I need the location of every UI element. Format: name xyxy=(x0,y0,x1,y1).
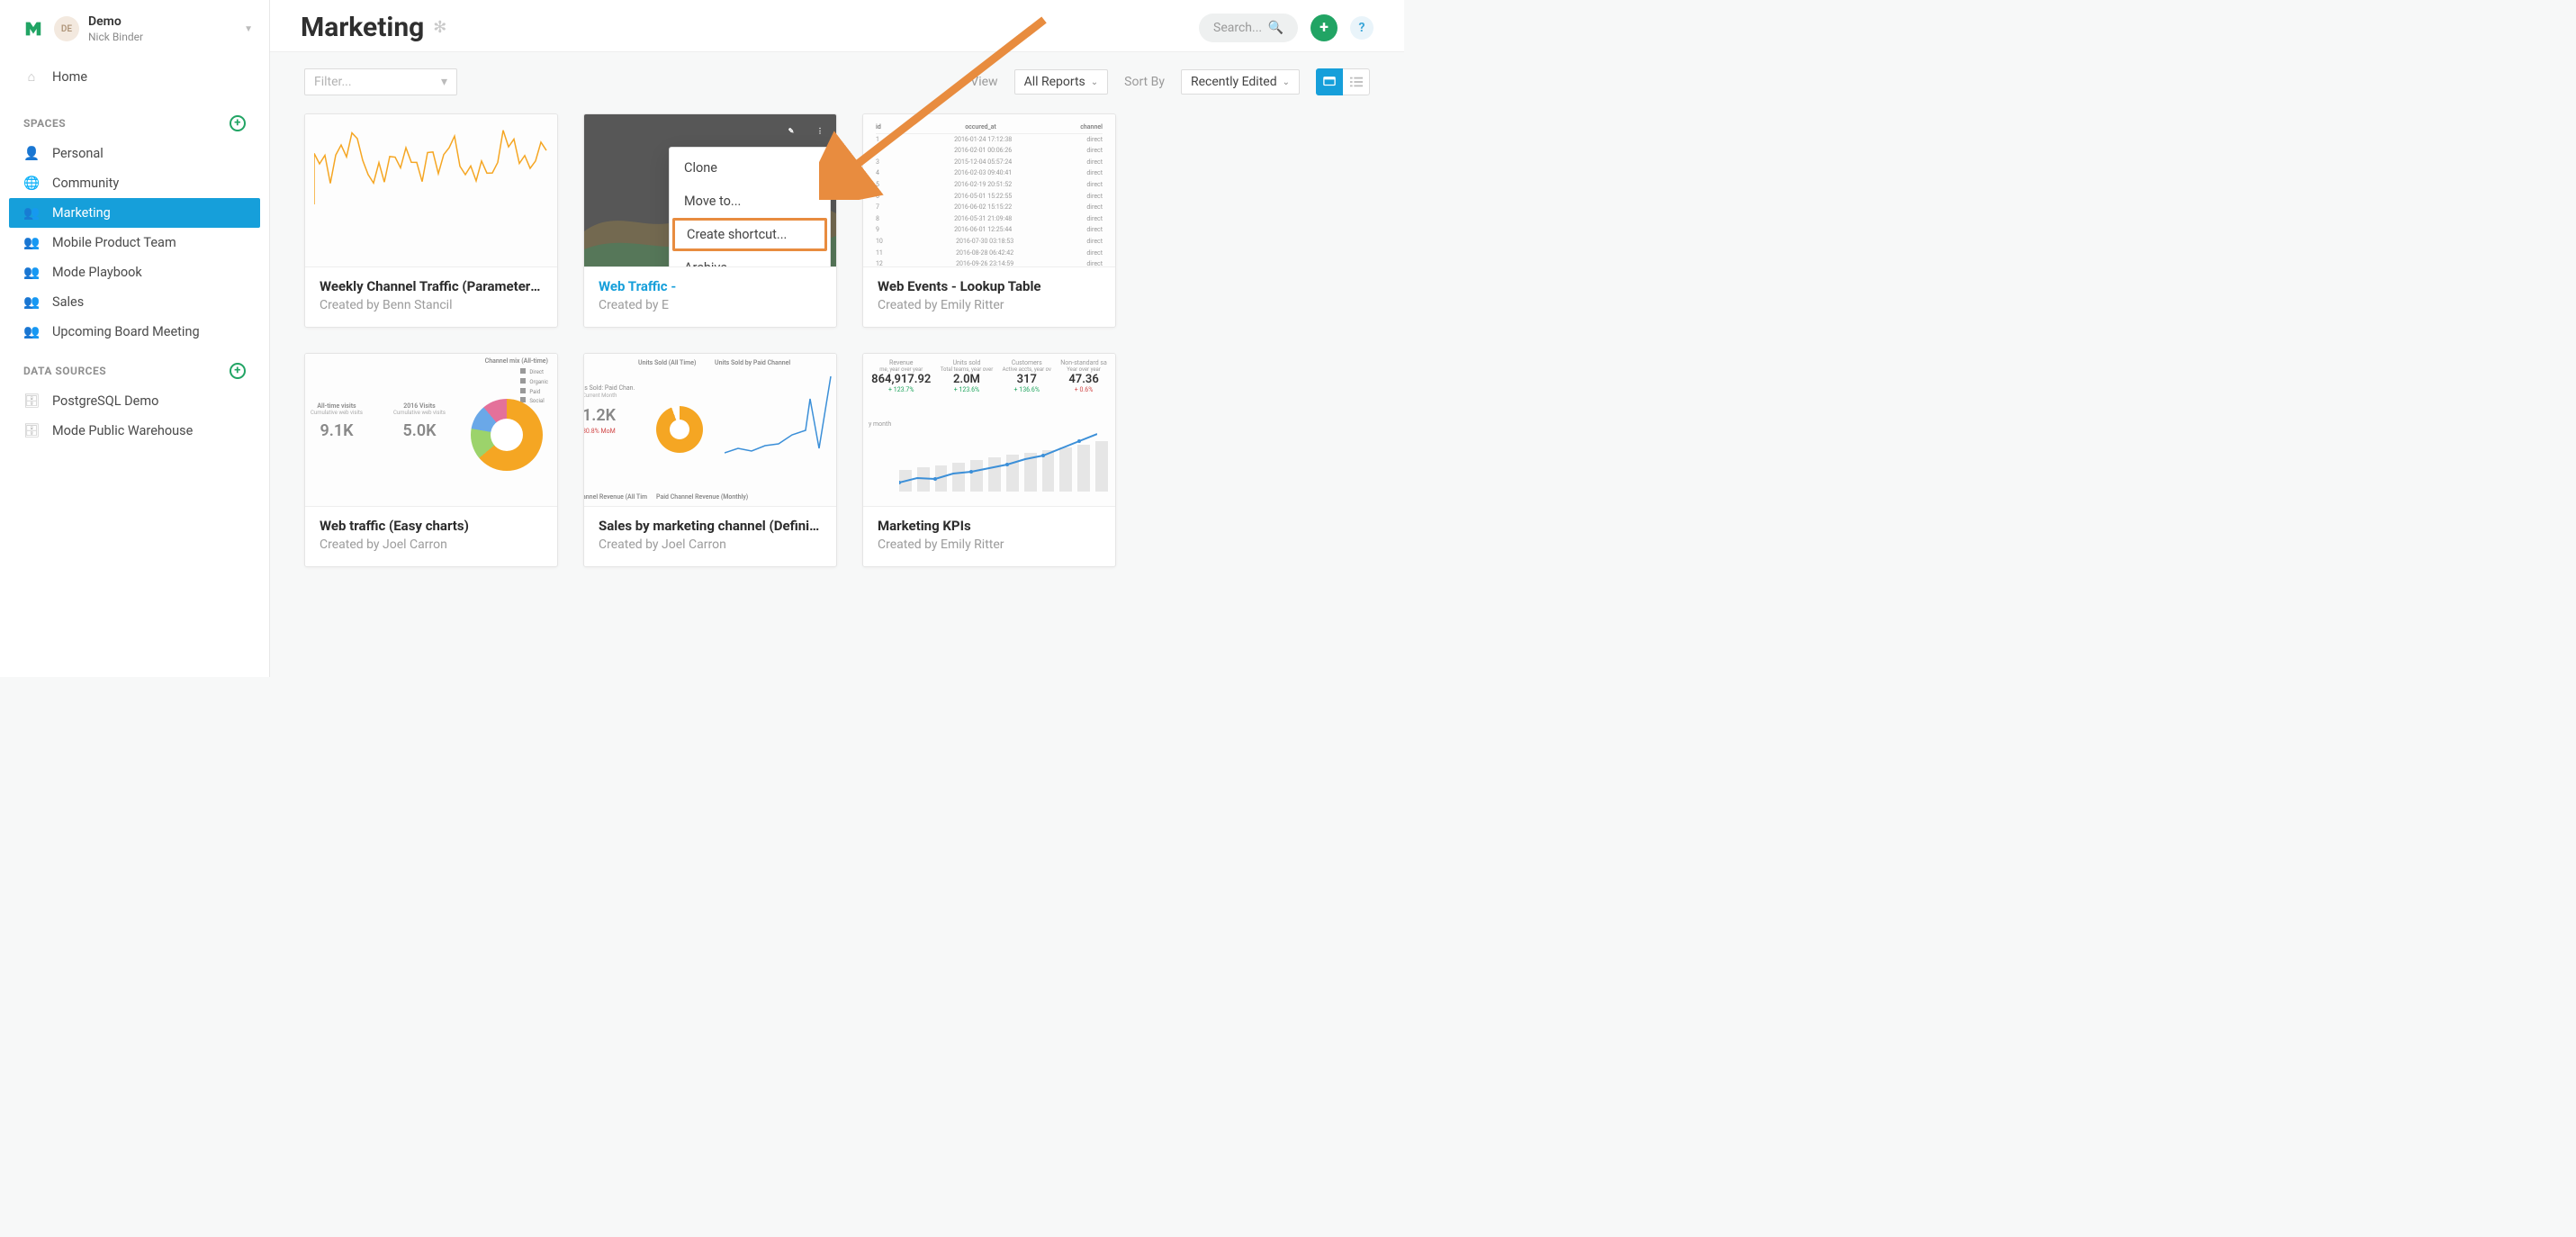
card-title: Marketing KPIs xyxy=(878,518,1101,534)
report-card[interactable]: Units Sold (All Time)Units Sold by Paid … xyxy=(583,353,837,567)
card-title: Weekly Channel Traffic (Parameteriz... xyxy=(320,278,543,294)
database-icon: 🗄 xyxy=(23,393,40,409)
sidebar-item-label: Sales xyxy=(52,294,84,310)
people-icon: 👥 xyxy=(23,265,40,280)
card-subtitle: Created by Benn Stancil xyxy=(320,298,543,312)
sidebar-item-label: Mode Playbook xyxy=(52,265,142,280)
card-thumbnail: Units Sold (All Time)Units Sold by Paid … xyxy=(584,354,836,507)
card-thumbnail: Revenueme, year over year864,917.92+ 123… xyxy=(863,354,1115,507)
card-subtitle: Created by Emily Ritter xyxy=(878,298,1101,312)
sidebar-item-label: Personal xyxy=(52,146,104,161)
card-title: Web Traffic - xyxy=(599,278,822,294)
org-switcher[interactable]: DE Demo Nick Binder ▼ xyxy=(0,7,269,55)
home-icon: ⌂ xyxy=(23,69,40,85)
report-card[interactable]: Revenueme, year over year864,917.92+ 123… xyxy=(862,353,1116,567)
page-header: Marketing ✻ Search... 🔍 + ? xyxy=(270,0,1404,52)
org-name: Demo xyxy=(88,14,143,31)
sidebar-item-personal[interactable]: 👤 Personal xyxy=(0,139,269,168)
database-icon: 🗄 xyxy=(23,423,40,438)
card-thumbnail xyxy=(305,114,557,267)
card-body: Web Events - Lookup Table Created by Emil… xyxy=(863,267,1115,327)
toolbar: Filter... ▾ View All Reports ⌄ Sort By R… xyxy=(270,52,1404,101)
datasource-item-mode-public-warehouse[interactable]: 🗄 Mode Public Warehouse xyxy=(0,416,269,446)
card-title: Web traffic (Easy charts) xyxy=(320,518,543,534)
card-subtitle: Created by Joel Carron xyxy=(599,537,822,552)
sidebar-item-community[interactable]: 🌐 Community xyxy=(0,168,269,198)
menu-item-clone[interactable]: Clone xyxy=(670,151,830,185)
report-card[interactable]: Channel mix (All-time)DirectOrganicPaidS… xyxy=(304,353,558,567)
sort-label: Sort By xyxy=(1124,75,1165,89)
card-thumbnail: Channel mix (All-time)DirectOrganicPaidS… xyxy=(305,354,557,507)
app-logo xyxy=(22,17,45,41)
datasource-item-postgresql-demo[interactable]: 🗄 PostgreSQL Demo xyxy=(0,386,269,416)
globe-icon: 🌐 xyxy=(23,176,40,191)
filter-icon: ▾ xyxy=(441,75,447,89)
add-space-button[interactable]: + xyxy=(230,115,246,131)
datasource-label: Mode Public Warehouse xyxy=(52,423,193,438)
people-icon: 👥 xyxy=(23,294,40,310)
sidebar-item-marketing[interactable]: 👥 Marketing xyxy=(9,198,260,228)
sidebar-item-label: Upcoming Board Meeting xyxy=(52,324,200,339)
card-body: Web Traffic - Created by E xyxy=(584,267,836,327)
filter-input[interactable]: Filter... ▾ xyxy=(304,68,457,95)
chevron-down-icon: ⌄ xyxy=(1091,77,1098,87)
list-view-button[interactable] xyxy=(1343,68,1370,95)
menu-item-archive[interactable]: Archive xyxy=(670,251,830,267)
help-button[interactable]: ? xyxy=(1350,16,1374,40)
report-card[interactable]: ✎⋮CloneMove to...Create shortcut...Archi… xyxy=(583,113,837,328)
caret-down-icon: ▼ xyxy=(244,24,253,34)
grid-view-button[interactable] xyxy=(1316,68,1343,95)
add-datasource-button[interactable]: + xyxy=(230,363,246,379)
card-title: Web Events - Lookup Table xyxy=(878,278,1101,294)
sidebar-item-mobile-product-team[interactable]: 👥 Mobile Product Team xyxy=(0,228,269,257)
card-thumbnail: idoccured_atchannel12016-01-24 17:12:38d… xyxy=(863,114,1115,267)
card-context-menu: CloneMove to...Create shortcut...Archive… xyxy=(669,147,831,267)
menu-item-move-to-[interactable]: Move to... xyxy=(670,185,830,218)
search-input[interactable]: Search... 🔍 xyxy=(1199,14,1298,42)
people-icon: 👥 xyxy=(23,205,40,221)
person-icon: 👤 xyxy=(23,146,40,161)
card-subtitle: Created by Emily Ritter xyxy=(878,537,1101,552)
search-placeholder: Search... xyxy=(1213,21,1262,35)
card-body: Web traffic (Easy charts) Created by Joel… xyxy=(305,507,557,566)
sidebar-item-upcoming-board-meeting[interactable]: 👥 Upcoming Board Meeting xyxy=(0,317,269,347)
view-select[interactable]: All Reports ⌄ xyxy=(1014,69,1109,95)
sidebar: DE Demo Nick Binder ▼ ⌂ Home SPACES + 👤 P… xyxy=(0,0,270,677)
card-thumbnail: ✎⋮CloneMove to...Create shortcut...Archi… xyxy=(584,114,836,267)
nav-home-label: Home xyxy=(52,69,87,85)
sidebar-item-sales[interactable]: 👥 Sales xyxy=(0,287,269,317)
datasources-header: DATA SOURCES + xyxy=(0,347,269,386)
card-subtitle: Created by E xyxy=(599,298,822,312)
chevron-down-icon: ⌄ xyxy=(1283,77,1290,87)
people-icon: 👥 xyxy=(23,235,40,250)
view-toggle xyxy=(1316,68,1370,95)
people-icon: 👥 xyxy=(23,324,40,339)
report-grid: Weekly Channel Traffic (Parameteriz... Cr… xyxy=(270,101,1404,580)
card-body: Weekly Channel Traffic (Parameteriz... Cr… xyxy=(305,267,557,327)
spaces-header: SPACES + xyxy=(0,99,269,139)
nav-home[interactable]: ⌂ Home xyxy=(0,62,269,92)
datasource-label: PostgreSQL Demo xyxy=(52,393,158,409)
menu-item-create-shortcut-[interactable]: Create shortcut... xyxy=(672,218,827,251)
create-button[interactable]: + xyxy=(1311,14,1338,41)
report-card[interactable]: idoccured_atchannel12016-01-24 17:12:38d… xyxy=(862,113,1116,328)
view-label: View xyxy=(970,75,997,89)
card-body: Marketing KPIs Created by Emily Ritter xyxy=(863,507,1115,566)
search-icon: 🔍 xyxy=(1268,21,1283,35)
main-panel: Marketing ✻ Search... 🔍 + ? Filter... ▾ … xyxy=(270,0,1404,677)
card-body: Sales by marketing channel (Definiti... C… xyxy=(584,507,836,566)
sort-select[interactable]: Recently Edited ⌄ xyxy=(1181,69,1300,95)
sidebar-item-label: Marketing xyxy=(52,205,111,221)
page-title: Marketing xyxy=(301,12,424,43)
gear-icon[interactable]: ✻ xyxy=(433,18,446,37)
card-subtitle: Created by Joel Carron xyxy=(320,537,543,552)
sidebar-item-mode-playbook[interactable]: 👥 Mode Playbook xyxy=(0,257,269,287)
org-avatar: DE xyxy=(54,16,79,41)
org-user: Nick Binder xyxy=(88,31,143,44)
sidebar-item-label: Community xyxy=(52,176,119,191)
report-card[interactable]: Weekly Channel Traffic (Parameteriz... Cr… xyxy=(304,113,558,328)
sidebar-item-label: Mobile Product Team xyxy=(52,235,176,250)
card-title: Sales by marketing channel (Definiti... xyxy=(599,518,822,534)
